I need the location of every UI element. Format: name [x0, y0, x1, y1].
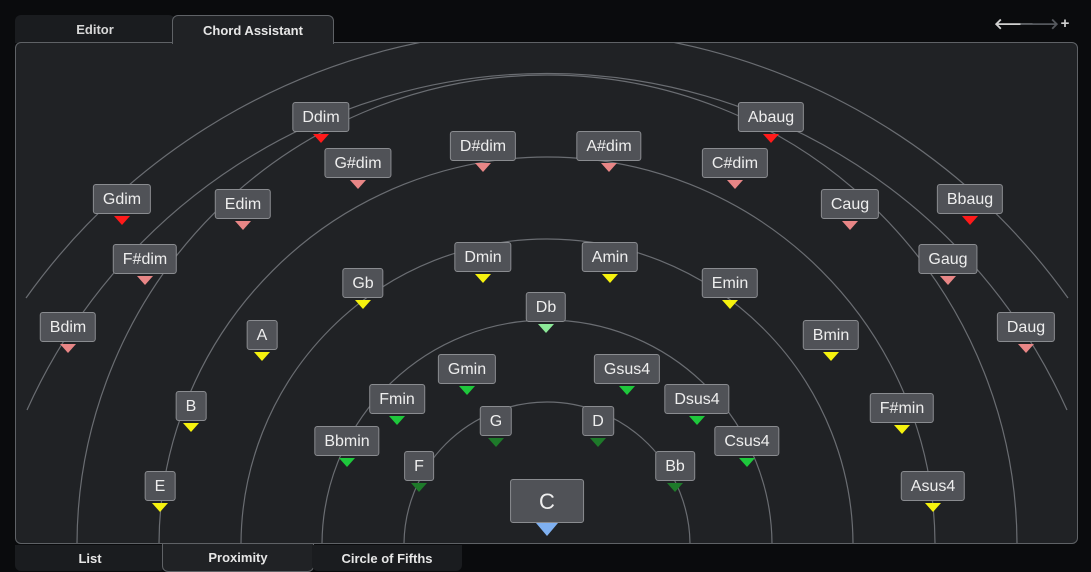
root-chord-c-marker	[536, 523, 558, 536]
forward-arrow-icon[interactable]: 🡒	[1019, 12, 1059, 34]
chord-d#dim-marker	[475, 163, 491, 172]
proximity-panel: Ddim Abaug G#dim D#dim A#dim C#dim Gdim …	[15, 42, 1078, 544]
chord-f-marker	[411, 483, 427, 492]
chord-g-marker	[488, 438, 504, 447]
proximity-arc-6	[26, 72, 1068, 411]
chord-amin-marker	[602, 274, 618, 283]
chord-d-marker	[590, 438, 606, 447]
chord-daug[interactable]: Daug	[996, 312, 1056, 342]
chord-f#dim-marker	[137, 276, 153, 285]
chord-bdim[interactable]: Bdim	[39, 312, 97, 342]
tab-list[interactable]: List	[15, 545, 165, 571]
tab-editor[interactable]: Editor	[15, 15, 175, 43]
chord-bmin[interactable]: Bmin	[802, 320, 860, 350]
tab-circle-of-fifths[interactable]: Circle of Fifths	[312, 545, 462, 571]
chord-abaug-marker	[763, 134, 779, 143]
chord-ddim[interactable]: Ddim	[292, 102, 350, 132]
chord-gb-marker	[355, 300, 371, 309]
chord-gdim[interactable]: Gdim	[92, 184, 152, 214]
chord-emin-marker	[722, 300, 738, 309]
root-chord-c[interactable]: C	[510, 479, 584, 523]
chord-f[interactable]: F	[404, 451, 434, 481]
chord-bbmin-marker	[339, 458, 355, 467]
chord-dsus4-marker	[689, 416, 705, 425]
chord-csus4-marker	[739, 458, 755, 467]
chord-bbaug[interactable]: Bbaug	[936, 184, 1004, 214]
chord-csus4[interactable]: Csus4	[714, 426, 780, 456]
chord-gaug[interactable]: Gaug	[918, 244, 978, 274]
chord-daug-marker	[1018, 344, 1034, 353]
chord-f#dim[interactable]: F#dim	[112, 244, 178, 274]
chord-c#dim-marker	[727, 180, 743, 189]
chord-d[interactable]: D	[582, 406, 614, 436]
chord-e[interactable]: E	[144, 471, 176, 501]
chord-bb-marker	[667, 483, 683, 492]
chord-a#dim-marker	[601, 163, 617, 172]
chord-g#dim-marker	[350, 180, 366, 189]
chord-gsus4[interactable]: Gsus4	[593, 354, 661, 384]
chord-ddim-marker	[313, 134, 329, 143]
chord-caug-marker	[842, 221, 858, 230]
chord-abaug[interactable]: Abaug	[737, 102, 805, 132]
chord-b[interactable]: B	[175, 391, 207, 421]
bottom-tab-bar: List Proximity Circle of Fifths	[0, 544, 1091, 572]
tab-chord-assistant[interactable]: Chord Assistant	[172, 15, 334, 44]
chord-caug[interactable]: Caug	[820, 189, 880, 219]
chord-f#min[interactable]: F#min	[869, 393, 935, 423]
chord-b-marker	[183, 423, 199, 432]
chord-bdim-marker	[60, 344, 76, 353]
add-icon[interactable]: +	[1054, 12, 1076, 34]
chord-gb[interactable]: Gb	[342, 268, 384, 298]
proximity-arc-7	[25, 43, 1069, 299]
chord-dmin[interactable]: Dmin	[454, 242, 512, 272]
chord-gmin-marker	[459, 386, 475, 395]
chord-gaug-marker	[940, 276, 956, 285]
chord-bbaug-marker	[962, 216, 978, 225]
chord-f#min-marker	[894, 425, 910, 434]
chord-db[interactable]: Db	[525, 292, 567, 322]
chord-asus4-marker	[925, 503, 941, 512]
chord-d#dim[interactable]: D#dim	[449, 131, 517, 161]
chord-a-marker	[254, 352, 270, 361]
top-tab-bar: Editor Chord Assistant 🡐 🡒 +	[0, 0, 1091, 44]
chord-dmin-marker	[475, 274, 491, 283]
chord-asus4[interactable]: Asus4	[900, 471, 966, 501]
chord-gmin[interactable]: Gmin	[437, 354, 497, 384]
chord-bb[interactable]: Bb	[655, 451, 695, 481]
chord-bbmin[interactable]: Bbmin	[314, 426, 380, 456]
chord-g[interactable]: G	[479, 406, 513, 436]
chord-fmin-marker	[389, 416, 405, 425]
chord-amin[interactable]: Amin	[581, 242, 639, 272]
chord-dsus4[interactable]: Dsus4	[664, 384, 730, 414]
chord-bmin-marker	[823, 352, 839, 361]
chord-gsus4-marker	[619, 386, 635, 395]
chord-e-marker	[152, 503, 168, 512]
chord-c#dim[interactable]: C#dim	[701, 148, 769, 178]
chord-db-marker	[538, 324, 554, 333]
tab-proximity[interactable]: Proximity	[162, 544, 314, 572]
chord-fmin[interactable]: Fmin	[369, 384, 425, 414]
chord-edim[interactable]: Edim	[214, 189, 272, 219]
chord-gdim-marker	[114, 216, 130, 225]
chord-a#dim[interactable]: A#dim	[576, 131, 642, 161]
chord-g#dim[interactable]: G#dim	[324, 148, 392, 178]
chord-edim-marker	[235, 221, 251, 230]
chord-a[interactable]: A	[246, 320, 278, 350]
chord-emin[interactable]: Emin	[701, 268, 759, 298]
